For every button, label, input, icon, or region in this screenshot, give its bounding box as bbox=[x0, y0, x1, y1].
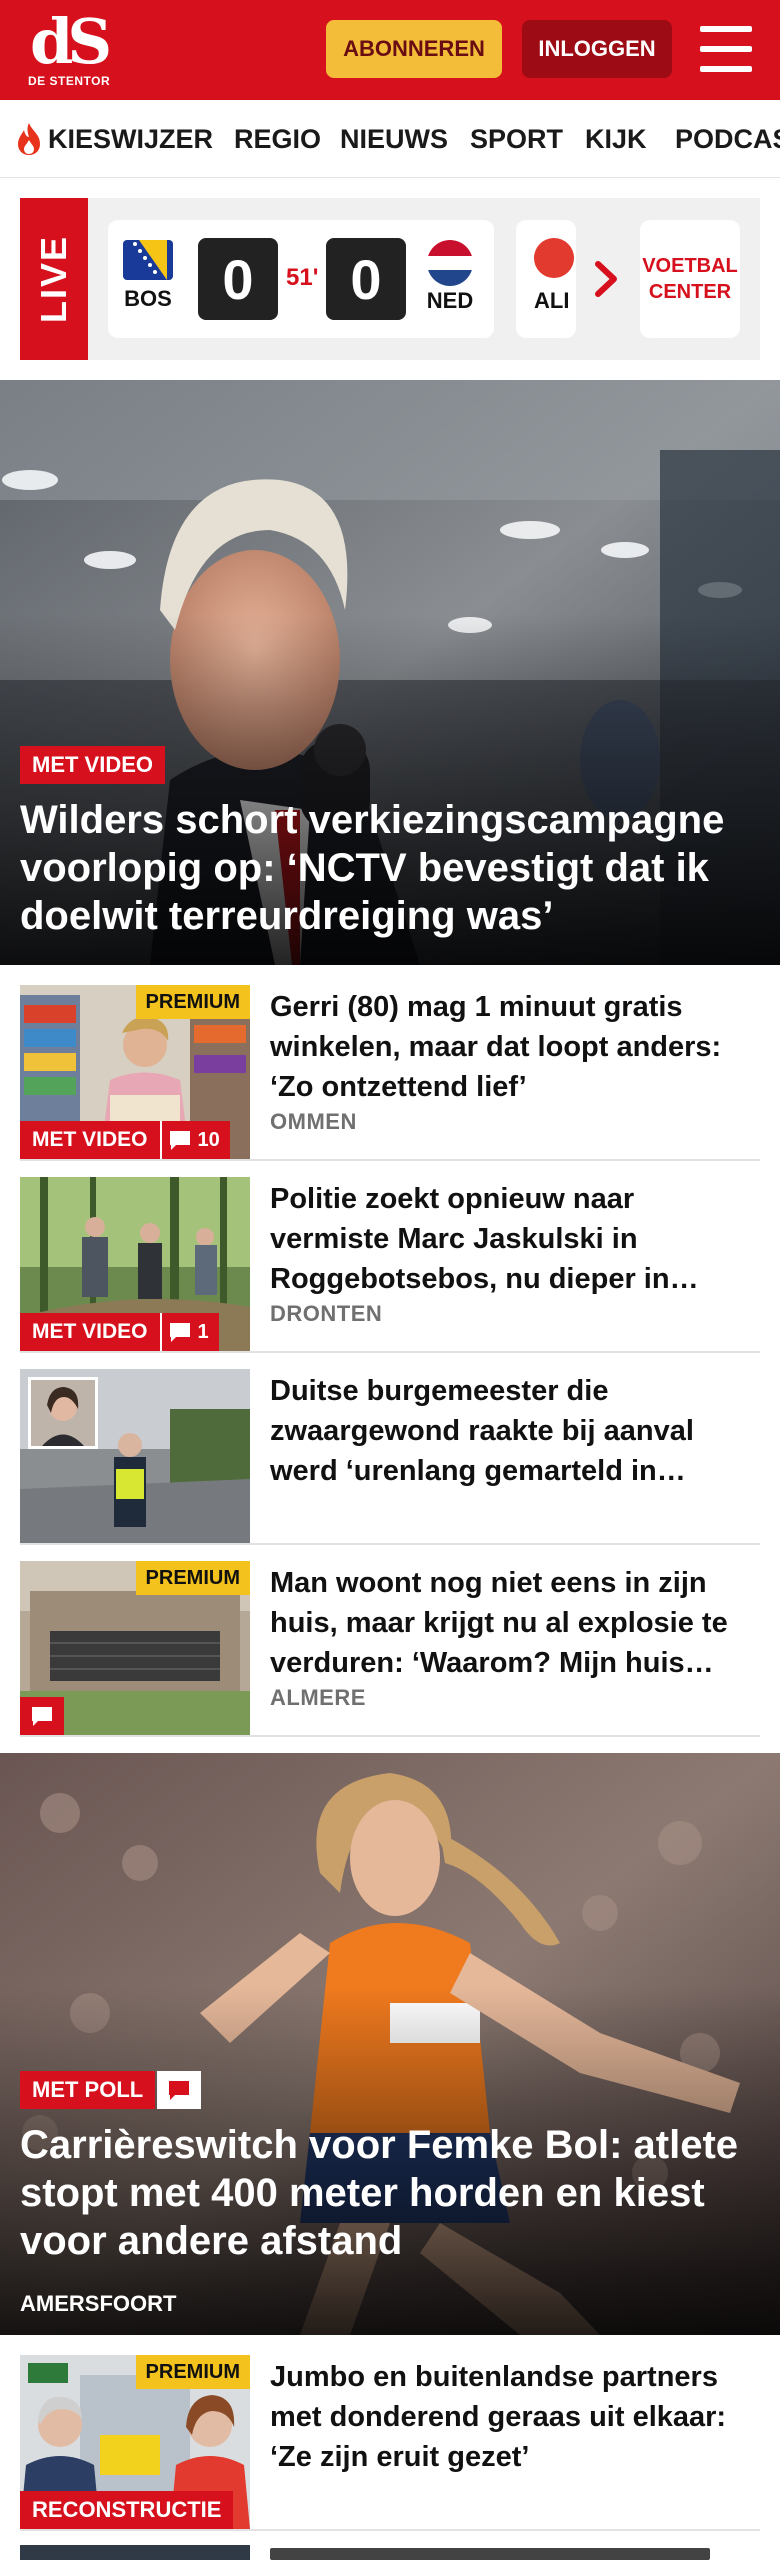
comment-badge bbox=[157, 2071, 202, 2109]
nav-item-kieswijzer[interactable]: KIESWIJZER bbox=[16, 100, 214, 177]
bosnia-flag-icon bbox=[123, 240, 173, 280]
logo-subtitle: DE STENTOR bbox=[28, 74, 111, 88]
logo-mark: dS bbox=[30, 5, 112, 78]
thumbnail-badges: MET VIDEO 10 bbox=[20, 1121, 230, 1159]
flame-icon bbox=[18, 123, 40, 155]
home-team: BOS bbox=[118, 240, 178, 312]
article-title-partial bbox=[270, 2548, 710, 2560]
article-thumbnail: MET VIDEO 1 bbox=[20, 1177, 250, 1351]
list-item[interactable]: PREMIUM MET VIDEO 10 Gerri (80) mag 1 mi… bbox=[20, 985, 760, 1161]
video-badge: MET VIDEO bbox=[20, 746, 166, 784]
premium-badge: PREMIUM bbox=[135, 985, 250, 1019]
article-thumbnail: PREMIUM bbox=[20, 1561, 250, 1735]
list-item[interactable]: PREMIUM RECONSTRUCTIE Jumbo en buitenlan… bbox=[20, 2355, 760, 2531]
article-title[interactable]: Politie zoekt opnieuw naar vermiste Marc… bbox=[270, 1179, 760, 1299]
live-match-card[interactable]: BOS 0 51' 0 NED bbox=[108, 220, 494, 338]
video-badge: MET VIDEO bbox=[20, 1121, 160, 1159]
article-location: OMMEN bbox=[270, 1109, 357, 1134]
nav-item-sport[interactable]: SPORT bbox=[470, 100, 563, 177]
live-label: LIVE bbox=[33, 234, 74, 324]
reconstructie-badge: RECONSTRUCTIE bbox=[20, 2491, 234, 2529]
away-team: NED bbox=[420, 240, 480, 314]
comment-count: 1 bbox=[159, 1313, 219, 1351]
poll-badge: MET POLL bbox=[20, 2071, 156, 2109]
hero-title[interactable]: Carrièreswitch voor Femke Bol: atlete st… bbox=[20, 2121, 760, 2265]
nav-item-kijk[interactable]: KIJK bbox=[585, 100, 647, 177]
comment-icon bbox=[169, 1323, 190, 1342]
article-title[interactable]: Man woont nog niet eens in zijn huis, ma… bbox=[270, 1563, 760, 1683]
list-item[interactable]: MET VIDEO 1 Politie zoekt opnieuw naar v… bbox=[20, 1177, 760, 1353]
thumbnail-badges: RECONSTRUCTIE bbox=[20, 2491, 234, 2529]
nav-item-nieuws[interactable]: NIEUWS bbox=[340, 100, 448, 177]
nav-item-podcast[interactable]: PODCAS bbox=[675, 100, 780, 177]
home-score: 0 bbox=[198, 238, 278, 320]
article-thumbnail: PREMIUM RECONSTRUCTIE bbox=[20, 2355, 250, 2529]
site-logo[interactable]: dS DE STENTOR bbox=[22, 10, 132, 90]
home-team-code: BOS bbox=[124, 286, 172, 311]
voetbal-center-link[interactable]: VOETBAL CENTER bbox=[640, 220, 740, 338]
premium-badge: PREMIUM bbox=[135, 1561, 250, 1595]
article-location: ALMERE bbox=[270, 1685, 366, 1710]
article-thumbnail bbox=[20, 1369, 250, 1543]
live-tag: LIVE bbox=[20, 198, 88, 360]
subscribe-button[interactable]: ABONNEREN bbox=[326, 20, 502, 78]
video-badge: MET VIDEO bbox=[20, 1313, 160, 1351]
comment-count-value: 1 bbox=[197, 1320, 209, 1343]
article-thumbnail-partial bbox=[20, 2545, 250, 2560]
thumbnail-badges: MET VIDEO 1 bbox=[20, 1313, 219, 1351]
article-title[interactable]: Jumbo en buitenlandse partners met donde… bbox=[270, 2357, 760, 2477]
article-location: DRONTEN bbox=[270, 1301, 383, 1326]
article-title[interactable]: Duitse burgemeester die zwaargewond raak… bbox=[270, 1371, 760, 1491]
team-crest-icon bbox=[534, 238, 574, 278]
next-match-card[interactable]: ALI bbox=[516, 220, 576, 338]
comment-icon bbox=[169, 2081, 190, 2100]
main-nav: KIESWIJZER REGIO NIEUWS SPORT KIJK PODCA… bbox=[0, 100, 780, 178]
comment-icon bbox=[169, 1131, 190, 1150]
nav-item-regio[interactable]: REGIO bbox=[234, 100, 321, 177]
away-team-code: NED bbox=[426, 288, 474, 313]
menu-icon[interactable] bbox=[700, 26, 752, 72]
site-header: dS DE STENTOR ABONNEREN INLOGGEN bbox=[0, 0, 780, 100]
hero-badges: MET POLL bbox=[20, 2071, 202, 2109]
list-item[interactable]: Duitse burgemeester die zwaargewond raak… bbox=[20, 1369, 760, 1545]
hero-article[interactable]: MET VIDEO Wilders schort verkiezingscamp… bbox=[0, 380, 780, 965]
comment-badge bbox=[20, 1697, 64, 1735]
article-title[interactable]: Gerri (80) mag 1 minuut gratis winkelen,… bbox=[270, 987, 760, 1107]
hero-title[interactable]: Wilders schort verkiezingscampagne voorl… bbox=[20, 796, 760, 940]
comment-count: 10 bbox=[159, 1121, 230, 1159]
chevron-right-icon[interactable] bbox=[592, 258, 620, 300]
hero-article[interactable]: MET POLL Carrièreswitch voor Femke Bol: … bbox=[0, 1753, 780, 2335]
nav-label: KIESWIJZER bbox=[48, 123, 214, 154]
live-scores-bar: LIVE BOS 0 51' 0 NED ALI VOETBAL CENTER bbox=[20, 198, 760, 360]
premium-badge: PREMIUM bbox=[135, 2355, 250, 2389]
list-item[interactable]: PREMIUM Man woont nog niet eens in zijn … bbox=[20, 1561, 760, 1737]
next-match-team: ALI bbox=[534, 288, 570, 313]
comment-count-value: 10 bbox=[197, 1128, 220, 1151]
match-minute: 51' bbox=[286, 264, 319, 291]
away-score: 0 bbox=[326, 238, 406, 320]
comment-icon bbox=[32, 1707, 52, 1726]
netherlands-flag-icon bbox=[427, 240, 473, 286]
article-thumbnail: PREMIUM MET VIDEO 10 bbox=[20, 985, 250, 1159]
login-button[interactable]: INLOGGEN bbox=[522, 20, 672, 78]
article-location: AMERSFOORT bbox=[20, 2291, 177, 2316]
